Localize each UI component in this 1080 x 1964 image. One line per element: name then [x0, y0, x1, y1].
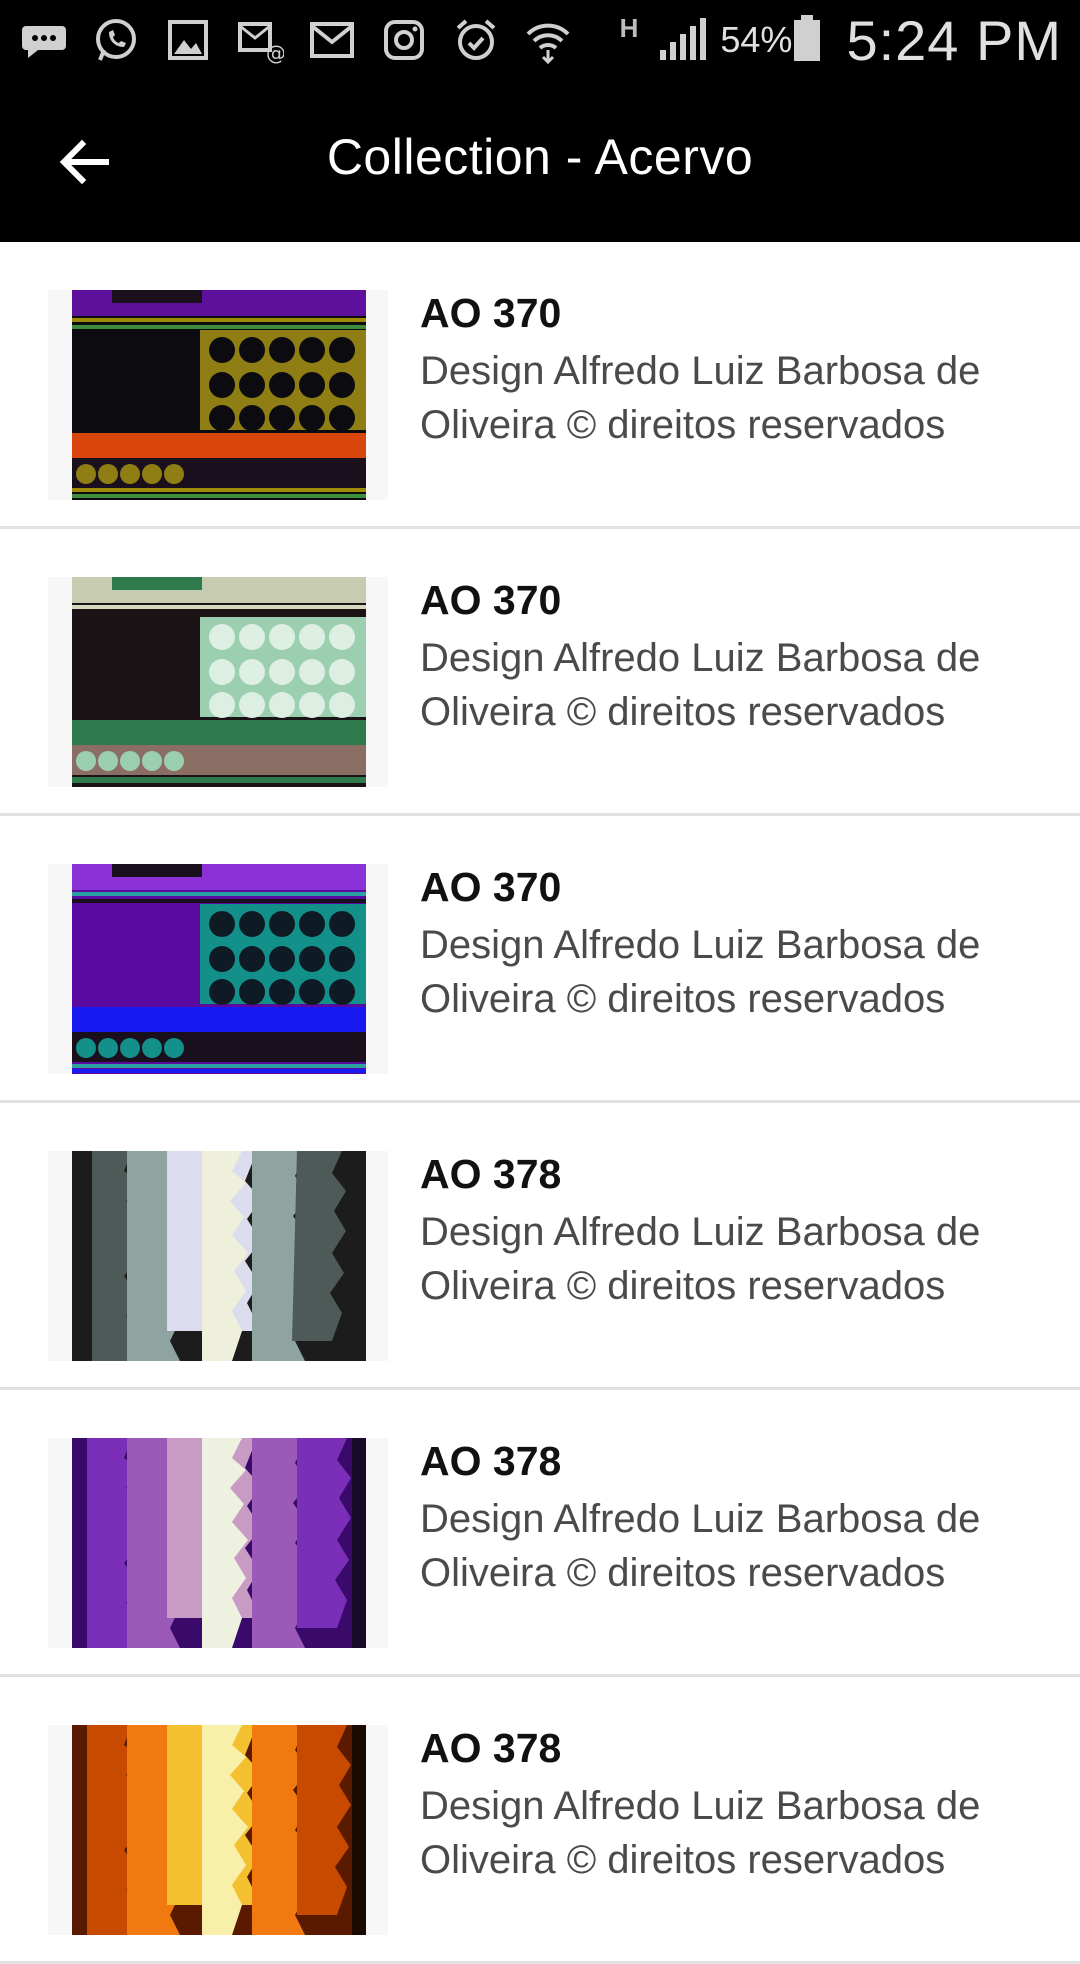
- item-code: AO 378: [420, 1151, 562, 1197]
- gallery-icon: [162, 14, 214, 66]
- app-bar: Collection - Acervo: [0, 80, 1080, 242]
- item-code: AO 370: [420, 577, 562, 623]
- item-description: Design Alfredo Luiz Barbosa de Oliveira …: [420, 923, 981, 1021]
- item-description: Design Alfredo Luiz Barbosa de Oliveira …: [420, 1210, 981, 1308]
- network-type-label: H: [619, 12, 639, 43]
- pattern-thumbnail[interactable]: [48, 290, 388, 500]
- signal-icon: [656, 14, 708, 67]
- list-item[interactable]: AO 370 Design Alfredo Luiz Barbosa de Ol…: [0, 816, 1080, 1103]
- item-code: AO 378: [420, 1438, 562, 1484]
- email-icon: @: [234, 14, 286, 66]
- item-description: Design Alfredo Luiz Barbosa de Oliveira …: [420, 1784, 981, 1882]
- list-item[interactable]: AO 370 Design Alfredo Luiz Barbosa de Ol…: [0, 529, 1080, 816]
- alarm-icon: [450, 14, 502, 66]
- wifi-icon: [522, 14, 574, 66]
- list-item[interactable]: AO 378 Design Alfredo Luiz Barbosa de Ol…: [0, 1677, 1080, 1964]
- battery-icon: [792, 13, 822, 68]
- list-item[interactable]: AO 378 Design Alfredo Luiz Barbosa de Ol…: [0, 1103, 1080, 1390]
- svg-text:@: @: [266, 41, 284, 64]
- item-description: Design Alfredo Luiz Barbosa de Oliveira …: [420, 349, 981, 447]
- item-code: AO 370: [420, 864, 562, 910]
- collection-list: AO 370 Design Alfredo Luiz Barbosa de Ol…: [0, 242, 1080, 1964]
- pattern-thumbnail[interactable]: [48, 1725, 388, 1935]
- gmail-icon: [306, 14, 358, 66]
- pattern-thumbnail[interactable]: [48, 577, 388, 787]
- pattern-thumbnail[interactable]: [48, 1151, 388, 1361]
- clock: 5:24 PM: [846, 8, 1062, 72]
- item-code: AO 378: [420, 1725, 562, 1771]
- page-title: Collection - Acervo: [326, 129, 754, 185]
- instagram-icon: [378, 14, 430, 66]
- status-bar: @ H 54% 5:24 PM: [0, 0, 1080, 80]
- pattern-thumbnail[interactable]: [48, 864, 388, 1074]
- item-description: Design Alfredo Luiz Barbosa de Oliveira …: [420, 1497, 981, 1595]
- battery-percent: 54%: [720, 19, 793, 60]
- whatsapp-icon: [90, 14, 142, 66]
- list-item[interactable]: AO 370 Design Alfredo Luiz Barbosa de Ol…: [0, 242, 1080, 529]
- item-description: Design Alfredo Luiz Barbosa de Oliveira …: [420, 636, 981, 734]
- messages-icon: [18, 14, 70, 66]
- list-item[interactable]: AO 378 Design Alfredo Luiz Barbosa de Ol…: [0, 1390, 1080, 1677]
- notification-icons: @: [18, 14, 594, 66]
- item-code: AO 370: [420, 290, 562, 336]
- pattern-thumbnail[interactable]: [48, 1438, 388, 1648]
